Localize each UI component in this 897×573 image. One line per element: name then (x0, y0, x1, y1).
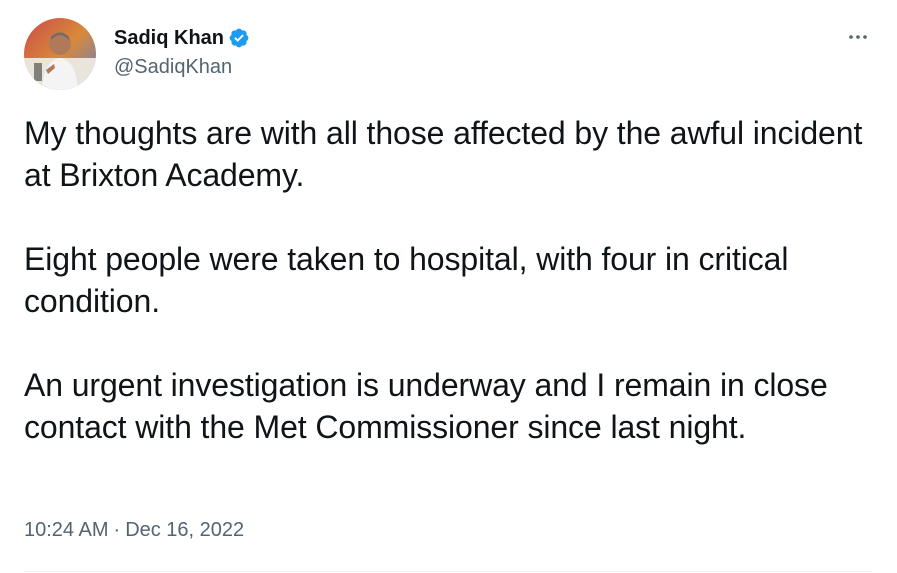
tweet-timestamp[interactable]: 10:24 AM · Dec 16, 2022 (24, 516, 244, 544)
tweet-time: 10:24 AM (24, 519, 109, 541)
divider (24, 571, 873, 572)
tweet-text: My thoughts are with all those affected … (24, 112, 884, 448)
tweet-card: Sadiq Khan @SadiqKhan My thoughts are wi… (0, 0, 897, 573)
tweet-header: Sadiq Khan @SadiqKhan (24, 18, 250, 90)
author-info: Sadiq Khan @SadiqKhan (114, 26, 250, 80)
timestamp-separator: · (113, 519, 121, 541)
verified-badge-icon (228, 27, 250, 49)
display-name[interactable]: Sadiq Khan (114, 26, 224, 50)
name-row: Sadiq Khan (114, 26, 250, 50)
avatar[interactable] (24, 18, 96, 90)
tweet-date: Dec 16, 2022 (125, 519, 245, 541)
tweet-paragraph: Eight people were taken to hospital, wit… (24, 241, 789, 319)
author-handle[interactable]: @SadiqKhan (114, 54, 250, 80)
profile-photo-icon (24, 18, 96, 90)
tweet-paragraph: My thoughts are with all those affected … (24, 115, 863, 193)
more-horizontal-icon (849, 35, 867, 39)
more-options-button[interactable] (843, 22, 873, 52)
tweet-paragraph: An urgent investigation is underway and … (24, 367, 828, 445)
